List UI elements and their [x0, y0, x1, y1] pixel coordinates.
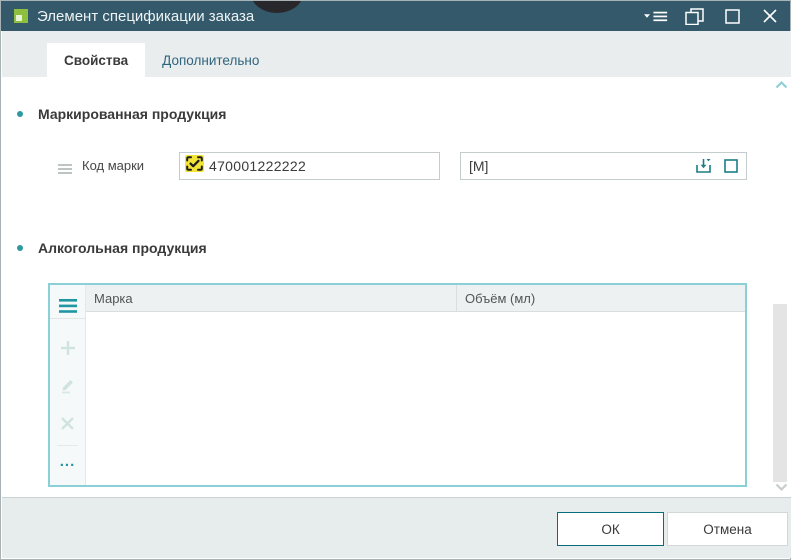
section-title: Алкогольная продукция: [38, 240, 207, 256]
dialog-content: Маркированная продукция Код марки: [2, 77, 791, 498]
section-alcohol-products: Алкогольная продукция: [2, 238, 207, 258]
mark-code-row: Код марки 470001222222 [M]: [2, 152, 791, 180]
column-header-mark[interactable]: Марка: [86, 285, 457, 311]
dialog-footer: ОК Отмена: [2, 497, 791, 558]
alcohol-table: ... Марка Объём (мл): [48, 283, 747, 487]
ok-button[interactable]: ОК: [557, 512, 664, 546]
titlebar: Элемент спецификации заказа: [1, 1, 790, 31]
window-controls: [644, 1, 782, 31]
window-copies-icon[interactable]: [682, 5, 706, 27]
window-menu-icon[interactable]: [644, 5, 668, 27]
section-marked-products: Маркированная продукция: [2, 104, 226, 124]
table-menu-icon[interactable]: [50, 293, 85, 318]
more-actions-icon[interactable]: ...: [50, 453, 85, 471]
tab-bar: Свойства Дополнительно: [2, 31, 791, 77]
close-icon[interactable]: [758, 5, 782, 27]
cancel-button[interactable]: Отмена: [667, 512, 788, 546]
table-header: Марка Объём (мл): [86, 285, 745, 312]
mark-scan-icon: [185, 155, 204, 177]
drag-handle-icon[interactable]: [58, 161, 72, 179]
column-header-volume[interactable]: Объём (мл): [457, 285, 745, 311]
delete-row-icon[interactable]: [50, 416, 85, 431]
maximize-icon[interactable]: [720, 5, 744, 27]
mark-code-value: 470001222222: [209, 158, 306, 174]
dialog-window: Элемент спецификации заказа: [0, 0, 791, 560]
mark-type-input[interactable]: [M]: [460, 152, 747, 180]
table-toolbar: ...: [50, 285, 86, 485]
open-editor-icon[interactable]: [722, 157, 740, 175]
scroll-up-icon[interactable]: [773, 81, 789, 93]
mark-code-label: Код марки: [82, 152, 144, 180]
mark-code-input[interactable]: 470001222222: [179, 152, 440, 180]
insert-value-icon[interactable]: [694, 157, 712, 175]
scroll-down-icon[interactable]: [773, 483, 789, 495]
mark-type-value: [M]: [469, 158, 694, 174]
toolbar-separator: [50, 318, 85, 319]
bullet-icon: [17, 111, 23, 117]
add-row-icon[interactable]: [50, 338, 85, 358]
toolbar-divider: [57, 445, 78, 446]
scrollbar-thumb[interactable]: [773, 304, 787, 482]
tab-properties[interactable]: Свойства: [47, 43, 145, 77]
table-body[interactable]: [86, 312, 745, 485]
app-icon: [14, 9, 28, 23]
window-title: Элемент спецификации заказа: [37, 8, 254, 25]
bullet-icon: [17, 245, 23, 251]
screen-artifact: [251, 1, 303, 13]
tab-additional[interactable]: Дополнительно: [145, 43, 276, 77]
edit-row-icon[interactable]: [50, 376, 85, 394]
section-title: Маркированная продукция: [38, 106, 226, 122]
